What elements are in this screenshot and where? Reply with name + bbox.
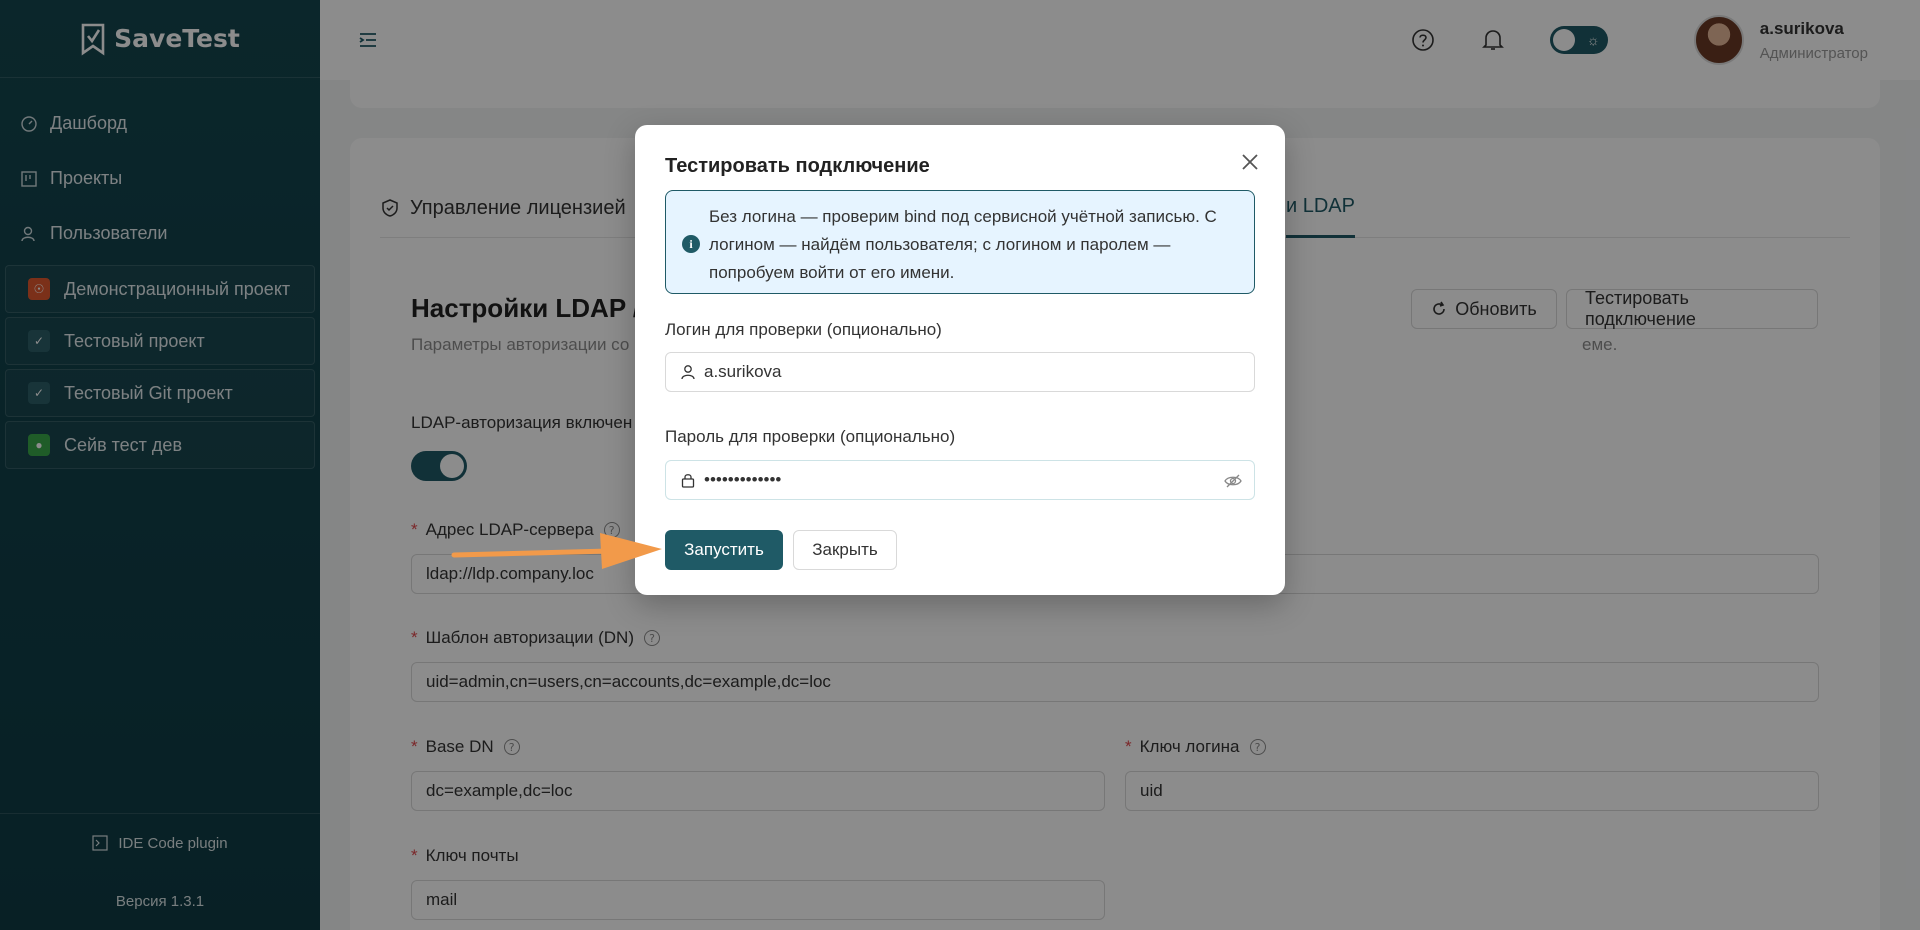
password-check-label: Пароль для проверки (опционально): [665, 427, 956, 446]
close-button[interactable]: Закрыть: [793, 530, 897, 570]
login-check-label: Логин для проверки (опционально): [665, 320, 942, 339]
close-icon[interactable]: [1237, 149, 1263, 175]
annotation-arrow-icon: [451, 533, 662, 569]
login-check-input[interactable]: a.surikova: [665, 352, 1255, 392]
test-connection-modal: Тестировать подключение i Без логина — п…: [635, 125, 1285, 595]
modal-title: Тестировать подключение: [665, 155, 930, 177]
run-button[interactable]: Запустить: [665, 530, 783, 570]
eye-off-icon[interactable]: [1224, 472, 1242, 490]
password-check-value: •••••••••••••: [704, 470, 782, 489]
info-alert: i Без логина — проверим bind под сервисн…: [665, 190, 1255, 294]
user-icon: [681, 365, 695, 380]
info-icon: i: [682, 235, 700, 253]
password-check-input[interactable]: •••••••••••••: [665, 460, 1255, 500]
lock-icon: [681, 474, 695, 488]
info-text: Без логина — проверим bind под сервисной…: [709, 207, 1217, 282]
login-check-value: a.surikova: [704, 362, 782, 381]
